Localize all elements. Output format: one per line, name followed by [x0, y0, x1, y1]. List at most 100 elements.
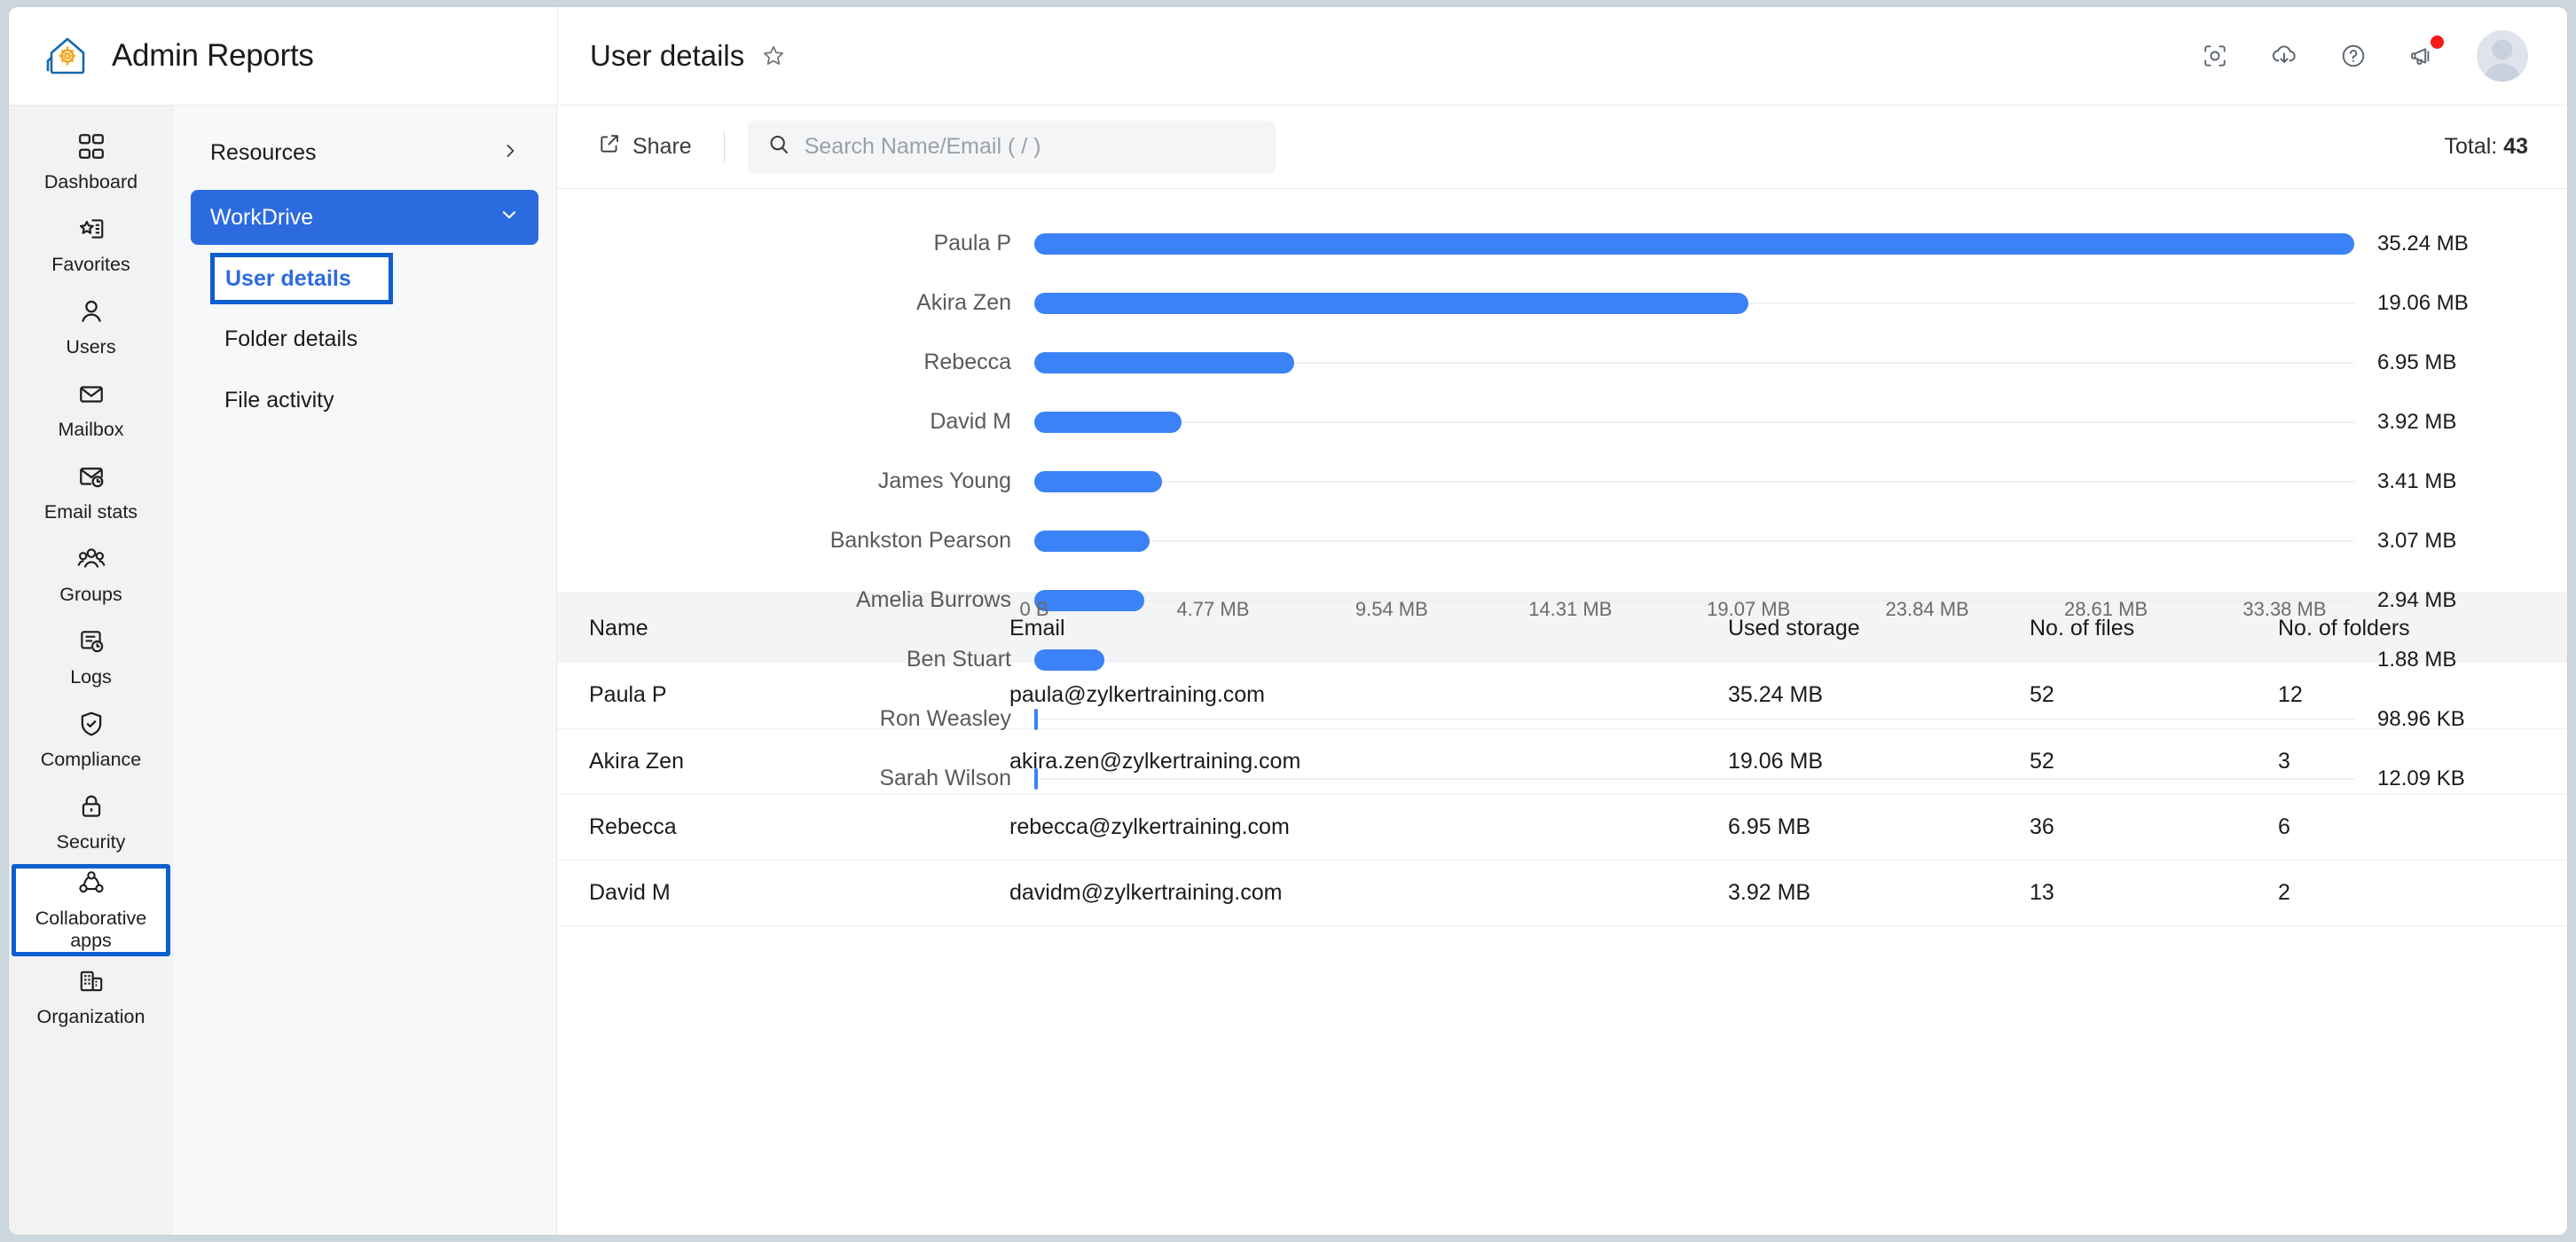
x-axis-tick-label: 19.07 MB [1707, 598, 1791, 620]
cloud-download-icon[interactable] [2266, 37, 2303, 75]
chart-bar-row[interactable]: James Young 3.41 MB [589, 452, 2528, 511]
subnav-label: WorkDrive [210, 204, 314, 230]
help-icon[interactable] [2335, 37, 2372, 75]
chart-bar-label: Bankston Pearson [829, 528, 1011, 553]
chart-bar-track [1034, 214, 2354, 273]
chart-bar-fill[interactable] [1034, 232, 2354, 255]
chart-bar-value: 1.88 MB [2377, 647, 2457, 672]
screenshot-capture-icon[interactable] [2196, 37, 2234, 75]
subnav-item-user-details[interactable]: User details [210, 253, 393, 304]
chart-bar-fill[interactable] [1034, 708, 1039, 730]
chevron-down-icon [499, 205, 519, 231]
chart-bar-fill[interactable] [1034, 530, 1150, 552]
chart-bar-fill[interactable] [1034, 292, 1748, 314]
chart-bar-value: 2.94 MB [2377, 587, 2457, 612]
chart-bar-baseline [1034, 480, 2354, 483]
sidebar-item-organization[interactable]: Organization [9, 956, 173, 1039]
search-box[interactable] [747, 120, 1276, 174]
brand[interactable]: Admin Reports [9, 7, 557, 105]
chart-bar-value: 3.92 MB [2377, 409, 2457, 434]
chart-bar-fill[interactable] [1034, 470, 1162, 492]
x-axis-tick-label: 14.31 MB [1528, 598, 1613, 620]
subnav-item-workdrive[interactable]: WorkDrive [191, 190, 538, 245]
star-outline-icon[interactable] [758, 41, 789, 71]
shield-check-icon [77, 710, 106, 743]
chart-bar-fill[interactable] [1034, 351, 1295, 373]
chart-bar-baseline [1034, 777, 2354, 780]
grid-squares-icon [77, 132, 106, 165]
sidebar-item-logs[interactable]: Logs [9, 617, 173, 699]
sidebar-item-label: Organization [36, 1006, 145, 1027]
chart-bar-label: James Young [877, 468, 1011, 493]
chart-bar-track [1034, 273, 2354, 333]
search-icon [767, 133, 790, 161]
person-icon [77, 297, 106, 330]
chart-bar-label: Amelia Burrows [855, 587, 1011, 612]
chart-bar-value: 98.96 KB [2377, 706, 2465, 731]
chart-bar-track [1034, 689, 2354, 749]
chart-bar-label: Paula P [933, 231, 1011, 255]
sidebar-item-users[interactable]: Users [9, 287, 173, 369]
chart-bar-row[interactable]: Ron Weasley 98.96 KB [589, 689, 2528, 749]
chart-bar-row[interactable]: Ben Stuart 1.88 MB [589, 630, 2528, 689]
sidebar-item-security[interactable]: Security [9, 782, 173, 864]
x-axis-tick-label: 23.84 MB [1885, 598, 1969, 620]
chart-bar-row[interactable]: Sarah Wilson 12.09 KB [589, 749, 2528, 808]
chart-bar-label: David M [930, 409, 1011, 434]
top-actions [2196, 30, 2567, 82]
chart-bar-row[interactable]: Rebecca 6.95 MB [589, 333, 2528, 392]
chart-bar-value: 35.24 MB [2377, 231, 2469, 255]
cell-no-of-folders: 2 [2260, 860, 2567, 926]
sidebar-item-label: Logs [70, 666, 112, 688]
table-row[interactable]: David Mdavidm@zylkertraining.com 3.92 MB 1… [557, 860, 2567, 926]
chart-bar-fill[interactable] [1034, 767, 1038, 790]
people-group-icon [76, 545, 106, 578]
chart-bar-row[interactable]: Bankston Pearson 3.07 MB [589, 511, 2528, 570]
brand-title: Admin Reports [112, 38, 314, 73]
subnav-child-label: User details [225, 265, 351, 291]
chart-bar-row[interactable]: Paula P 35.24 MB [589, 214, 2528, 273]
x-axis-tick-label: 9.54 MB [1355, 598, 1428, 620]
envelope-chart-icon [77, 462, 106, 495]
sidebar-item-groups[interactable]: Groups [9, 534, 173, 617]
subnav-item-resources[interactable]: Resources [191, 125, 538, 180]
subnav-item-file-activity[interactable]: File activity [191, 373, 538, 427]
envelope-icon [77, 380, 106, 413]
chart-bar-row[interactable]: Akira Zen 19.06 MB [589, 273, 2528, 333]
search-input[interactable] [804, 134, 1256, 160]
sidebar-item-label: Users [66, 336, 116, 358]
chart-bar-row[interactable]: David M 3.92 MB [589, 392, 2528, 452]
sidebar-item-compliance[interactable]: Compliance [9, 699, 173, 782]
sidebar-item-mailbox[interactable]: Mailbox [9, 369, 173, 452]
sidebar-item-favorites[interactable]: Favorites [9, 204, 173, 287]
share-label: Share [632, 134, 692, 159]
subnav-child-label: Folder details [224, 326, 358, 351]
share-button[interactable]: Share [589, 127, 701, 167]
house-gear-icon [43, 31, 92, 81]
avatar[interactable] [2477, 30, 2528, 82]
subnav-item-folder-details[interactable]: Folder details [191, 312, 538, 366]
chart-bar-baseline [1034, 539, 2354, 542]
x-axis-tick-label: 33.38 MB [2242, 598, 2327, 620]
buildings-icon [77, 967, 106, 1000]
page-header: User details [557, 7, 2196, 105]
lock-icon [77, 792, 106, 825]
chart-bar-fill[interactable] [1034, 649, 1105, 671]
page-title: User details [590, 39, 745, 72]
network-nodes-icon [77, 869, 106, 901]
sidebar-item-collaborative-apps[interactable]: Collaborative apps [12, 864, 170, 956]
toolbar-divider [723, 131, 725, 162]
chart-bar-fill[interactable] [1034, 411, 1182, 433]
sidebar-item-label: Groups [59, 584, 122, 605]
main-content: Share Total: 43 Pau [557, 106, 2567, 1235]
chart-bar-track [1034, 511, 2354, 570]
sidebar-item-dashboard[interactable]: Dashboard [9, 122, 173, 204]
sidebar-item-label: Collaborative apps [35, 908, 147, 951]
announcements-icon[interactable] [2404, 35, 2444, 75]
chart-bar-label: Sarah Wilson [879, 766, 1011, 790]
chart-bar-baseline [1034, 421, 2354, 423]
sidebar-item-label: Email stats [43, 501, 138, 523]
cell-used-storage: 3.92 MB [1710, 860, 2012, 926]
sidebar-item-email-stats[interactable]: Email stats [9, 452, 173, 534]
chart-bar-value: 6.95 MB [2377, 350, 2457, 374]
